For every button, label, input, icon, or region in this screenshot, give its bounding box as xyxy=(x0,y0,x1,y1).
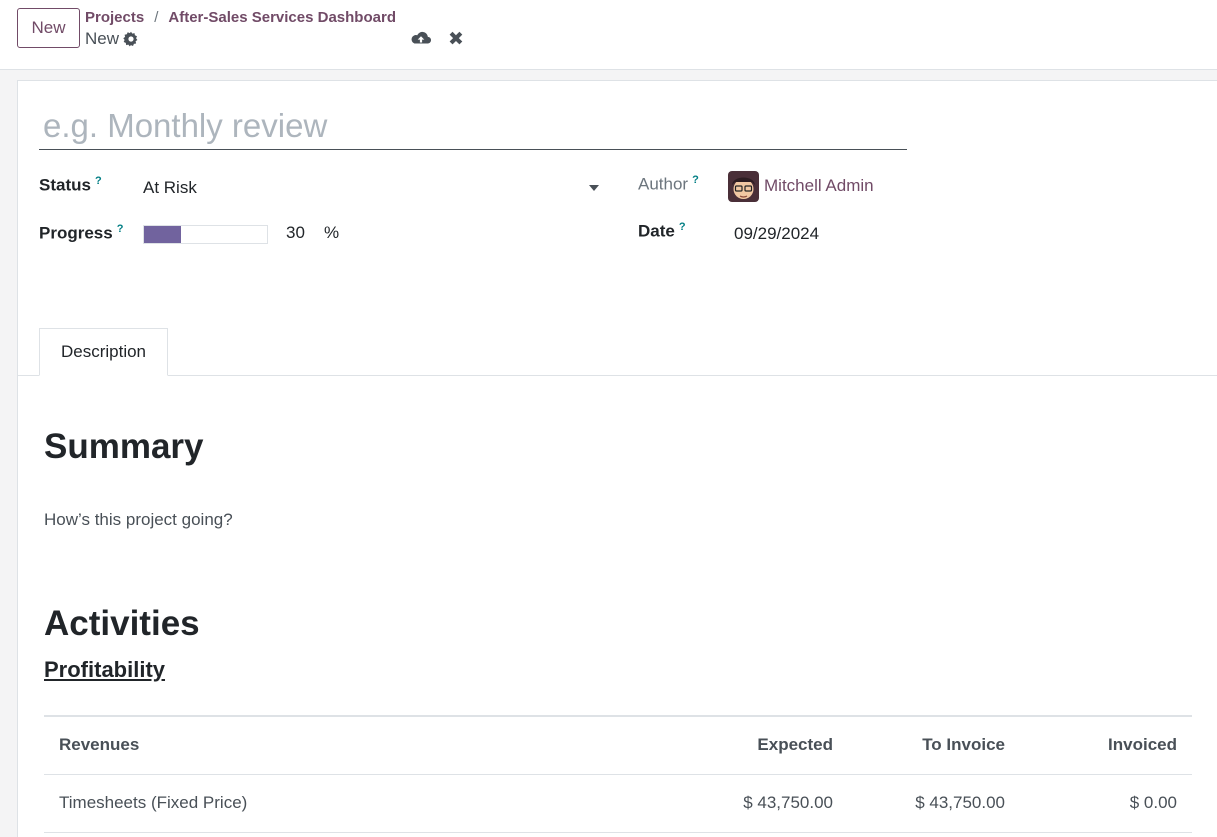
breadcrumb-dashboard[interactable]: After-Sales Services Dashboard xyxy=(168,9,396,26)
control-panel: New Projects / After-Sales Services Dash… xyxy=(0,0,1217,70)
activities-heading: Activities xyxy=(44,604,200,643)
progress-fill xyxy=(144,226,181,243)
progress-unit: % xyxy=(324,223,340,242)
help-icon[interactable]: ? xyxy=(692,174,699,186)
summary-heading: Summary xyxy=(44,427,204,466)
record-name-label: New xyxy=(85,29,120,48)
col-to-invoice: To Invoice xyxy=(848,715,1020,775)
cell-expected: $ 43,750.00 xyxy=(668,774,848,833)
profitability-table: Revenues Expected To Invoice Invoiced Ti… xyxy=(44,715,1192,833)
progress-label: Progress? xyxy=(39,223,124,243)
tab-description[interactable]: Description xyxy=(39,328,168,376)
cell-to-invoice: $ 43,750.00 xyxy=(848,774,1020,833)
cell-invoiced: $ 0.00 xyxy=(1020,774,1192,833)
date-input[interactable]: 09/29/2024 xyxy=(734,224,819,244)
close-icon[interactable]: ✖ xyxy=(447,29,465,50)
date-label: Date? xyxy=(638,221,686,241)
new-button[interactable]: New xyxy=(17,8,80,48)
status-select[interactable]: At Risk xyxy=(143,174,603,202)
gear-icon[interactable] xyxy=(123,31,139,47)
cloud-upload-icon[interactable] xyxy=(410,28,432,48)
table-row: Timesheets (Fixed Price) $ 43,750.00 $ 4… xyxy=(44,774,1192,833)
help-icon[interactable]: ? xyxy=(117,223,124,235)
cell-revenue-name: Timesheets (Fixed Price) xyxy=(44,774,668,833)
summary-text[interactable]: How’s this project going? xyxy=(44,510,233,530)
record-name: New xyxy=(85,29,139,49)
table-header-row: Revenues Expected To Invoice Invoiced xyxy=(44,715,1192,775)
form-sheet: Status? At Risk Progress? 30 % Author? M… xyxy=(17,80,1217,837)
progress-value[interactable]: 30 xyxy=(286,223,305,243)
progress-bar[interactable] xyxy=(143,225,268,244)
breadcrumb-projects[interactable]: Projects xyxy=(85,9,144,26)
avatar xyxy=(728,171,759,202)
col-expected: Expected xyxy=(668,715,848,775)
author-label: Author? xyxy=(638,174,699,194)
profitability-heading: Profitability xyxy=(44,657,166,682)
caret-down-icon xyxy=(589,185,599,191)
breadcrumb: Projects / After-Sales Services Dashboar… xyxy=(85,9,396,26)
help-icon[interactable]: ? xyxy=(679,221,686,233)
breadcrumb-separator: / xyxy=(154,9,159,26)
help-icon[interactable]: ? xyxy=(95,175,102,187)
status-value: At Risk xyxy=(143,178,197,197)
tabs-divider xyxy=(18,375,1217,376)
author-value[interactable]: Mitchell Admin xyxy=(764,176,874,196)
col-revenues: Revenues xyxy=(44,715,668,775)
update-name-input[interactable] xyxy=(39,103,907,150)
status-label: Status? xyxy=(39,175,102,195)
col-invoiced: Invoiced xyxy=(1020,715,1192,775)
